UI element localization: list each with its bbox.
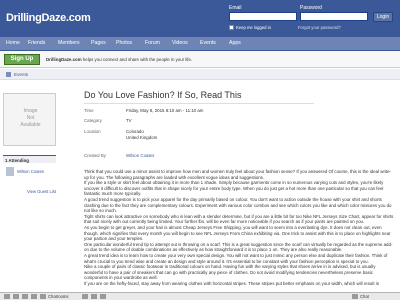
login-button[interactable]: Login — [373, 12, 393, 22]
event-description: Think that you could use a minor assist … — [84, 169, 394, 286]
email-label: Email — [229, 5, 242, 11]
attending-header: 1 Attending — [3, 155, 56, 163]
info-row-created-by: Created By Wilson Coates — [84, 153, 154, 158]
nav-apps[interactable]: Apps — [229, 40, 241, 46]
nav-videos[interactable]: Videos — [172, 40, 188, 46]
nav-friends[interactable]: Friends — [28, 40, 45, 46]
description-paragraph: Think that you could use a minor assist … — [84, 169, 392, 180]
breadcrumb-events-link[interactable]: Events — [14, 72, 28, 77]
calendar-icon — [6, 72, 11, 77]
view-guest-list-link[interactable]: View Guest List — [3, 189, 56, 194]
creator-link[interactable]: Wilson Coates — [126, 153, 154, 158]
signup-button[interactable]: Sign Up — [4, 54, 40, 65]
description-paragraph: One particular wonderful trend tip to at… — [84, 241, 393, 253]
apps-icon[interactable] — [82, 294, 88, 299]
image-placeholder-line-3: Available — [20, 122, 41, 128]
signup-site-name: DrillingDaze.com — [46, 57, 82, 62]
nav-home[interactable]: Home — [6, 40, 20, 46]
keep-logged-in-label: Keep me logged in — [236, 25, 271, 30]
keep-logged-in-checkbox[interactable] — [229, 25, 234, 30]
notifications-icon[interactable] — [13, 294, 19, 299]
top-header: DrillingDaze.com Email Password Login Ke… — [0, 0, 400, 37]
image-placeholder-line-2: Not — [26, 115, 35, 121]
signup-bar: Sign Up DrillingDaze.com helps you conne… — [0, 51, 400, 68]
people-icon[interactable] — [31, 294, 37, 299]
info-value: Colorado — [126, 129, 144, 134]
info-value: United Kingdom — [126, 135, 158, 140]
bookmark-icon[interactable] — [100, 294, 106, 299]
nav-events[interactable]: Events — [200, 40, 216, 46]
chat-button[interactable]: Chat — [360, 294, 369, 300]
attendee-row[interactable]: Wilson Coates — [3, 166, 56, 178]
info-label: Created By — [84, 153, 106, 158]
password-field[interactable] — [300, 12, 368, 21]
info-label: Location — [84, 129, 101, 134]
chat-bar: Chatrooms Chat — [0, 292, 400, 300]
event-title: Do You Love Fashion? If So, Read This — [84, 90, 242, 100]
info-value: Friday, May 8, 2015 8:10 am - 11:10 am — [126, 108, 204, 113]
nav-forum[interactable]: Forum — [145, 40, 160, 46]
main-nav: Home Friends Members Pages Photos Forum … — [0, 37, 400, 51]
description-paragraph: As you begin to get greyer, and your hai… — [84, 224, 391, 242]
info-label: Category — [84, 118, 102, 123]
info-row-location: Location Colorado — [84, 129, 144, 134]
chatrooms-button[interactable]: Chatrooms — [48, 294, 68, 300]
site-logo[interactable]: DrillingDaze.com — [6, 12, 91, 24]
description-paragraph: If you like a style or skirt feel about … — [84, 180, 384, 197]
settings-icon[interactable] — [4, 294, 10, 299]
nav-photos[interactable]: Photos — [116, 40, 132, 46]
chat-icon[interactable] — [352, 294, 358, 299]
attendee-name[interactable]: Wilson Coates — [17, 169, 44, 174]
chatrooms-icon[interactable] — [40, 294, 46, 299]
description-paragraph: A great trend idea is to learn how to cr… — [84, 252, 388, 264]
event-image-placeholder: Image Not Available — [3, 93, 56, 146]
info-row-time: Time Friday, May 8, 2015 8:10 am - 11:10 … — [84, 108, 203, 113]
nav-pages[interactable]: Pages — [91, 40, 106, 46]
info-row-category: Category TV — [84, 118, 132, 123]
nav-members[interactable]: Members — [58, 40, 80, 46]
title-divider — [84, 103, 314, 104]
share-icon[interactable] — [91, 294, 97, 299]
forgot-password-link[interactable]: Forgot your password? — [298, 25, 341, 30]
description-paragraph: Tight shirts can look attractive on some… — [84, 213, 394, 225]
info-row-country: United Kingdom — [84, 135, 157, 140]
description-paragraph: Nike a couple of pairs of classic footwe… — [84, 264, 376, 281]
info-label: Time — [84, 108, 94, 113]
image-placeholder-line-1: Image — [23, 108, 38, 114]
avatar[interactable] — [6, 167, 14, 176]
info-value: TV — [126, 118, 132, 123]
messages-icon[interactable] — [22, 294, 28, 299]
email-field[interactable] — [229, 12, 297, 21]
password-label: Password — [300, 5, 322, 11]
breadcrumb: Events — [0, 69, 400, 80]
signup-text: helps you connect and share with the peo… — [81, 57, 193, 62]
description-paragraph: If you are on the hefty-faced, stay away… — [84, 280, 380, 286]
signup-tagline: DrillingDaze.com helps you connect and s… — [46, 57, 192, 62]
description-paragraph: A good trend suggestion is to pick your … — [84, 196, 392, 214]
